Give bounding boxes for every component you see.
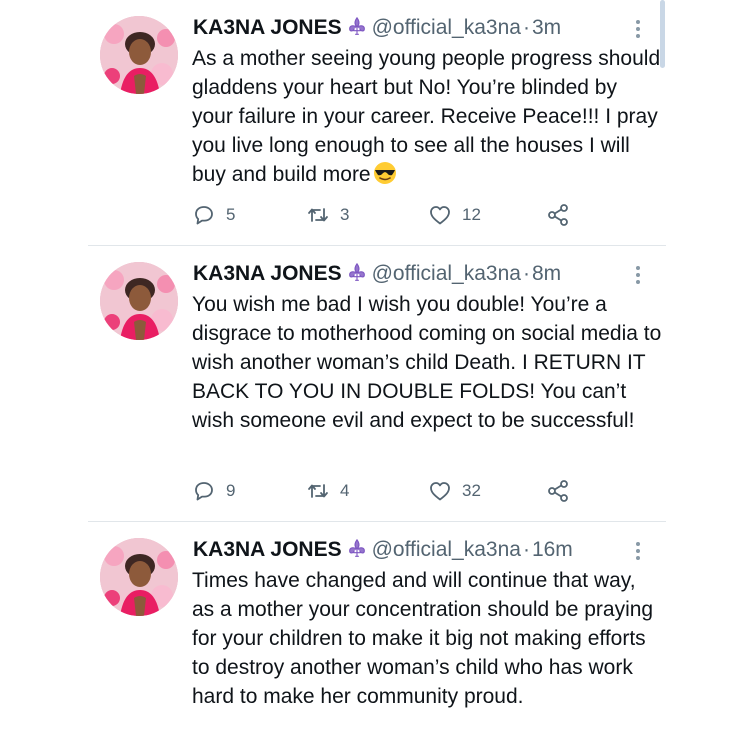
fleur-de-lis-icon [346,538,368,568]
smiling-face-with-sunglasses-icon [373,161,397,193]
retweet-button[interactable]: 3 [306,200,349,230]
like-count: 12 [462,205,481,224]
avatar-image [100,538,178,616]
fleur-de-lis-icon [346,16,368,46]
heart-icon [430,482,450,501]
reply-count: 9 [226,481,236,500]
user-handle[interactable]: @official_ka3na [372,538,521,561]
like-button[interactable]: 12 [428,200,481,230]
share-icon [548,204,568,226]
reply-button[interactable]: 9 [192,476,235,506]
retweet-icon [308,208,328,222]
separator-dot: · [522,16,530,39]
retweet-button[interactable]: 4 [306,476,349,506]
tweet-text-content: As a mother seeing young people progress… [192,47,661,186]
separator-dot: · [522,262,530,285]
heart-icon [430,206,450,225]
tweet-header: KA3NA JONES @official_ka3na·3m [193,14,561,42]
more-vertical-icon[interactable] [632,20,644,40]
tweet-text-content: You wish me bad I wish you double! You’r… [192,293,662,432]
share-icon [548,480,568,502]
tweet-text-content: Times have changed and will continue tha… [192,569,654,708]
tweet-actions: 9 4 32 [192,476,592,506]
more-vertical-icon[interactable] [632,266,644,286]
tweet[interactable]: KA3NA JONES @official_ka3na·3m As a mothe… [0,0,750,246]
timestamp[interactable]: 3m [532,16,561,39]
share-button[interactable] [546,200,570,230]
tweet-text: As a mother seeing young people progress… [192,44,662,193]
tweet[interactable]: KA3NA JONES @official_ka3na·16m Times hav… [0,522,750,745]
retweet-count: 4 [340,481,350,500]
avatar-image [100,262,178,340]
retweet-icon [308,484,328,498]
avatar[interactable] [100,16,178,94]
reply-button[interactable]: 5 [192,200,235,230]
tweet-header: KA3NA JONES @official_ka3na·8m [193,260,561,288]
timestamp[interactable]: 8m [532,262,561,285]
user-handle[interactable]: @official_ka3na [372,16,521,39]
avatar[interactable] [100,262,178,340]
separator-dot: · [522,538,530,561]
display-name[interactable]: KA3NA JONES [193,16,342,39]
tweet-text: Times have changed and will continue tha… [192,566,662,711]
reply-count: 5 [226,205,236,224]
tweet-actions: 5 3 12 [192,200,592,230]
user-handle[interactable]: @official_ka3na [372,262,521,285]
reply-icon [195,206,213,225]
like-button[interactable]: 32 [428,476,481,506]
avatar[interactable] [100,538,178,616]
tweet-feed: KA3NA JONES @official_ka3na·3m As a mothe… [0,0,750,745]
tweet[interactable]: KA3NA JONES @official_ka3na·8m You wish m… [0,246,750,522]
fleur-de-lis-icon [346,262,368,292]
avatar-image [100,16,178,94]
tweet-text: You wish me bad I wish you double! You’r… [192,290,662,435]
retweet-count: 3 [340,205,350,224]
display-name[interactable]: KA3NA JONES [193,538,342,561]
display-name[interactable]: KA3NA JONES [193,262,342,285]
share-button[interactable] [546,476,570,506]
timestamp[interactable]: 16m [532,538,573,561]
more-vertical-icon[interactable] [632,542,644,562]
tweet-header: KA3NA JONES @official_ka3na·16m [193,536,573,564]
like-count: 32 [462,481,481,500]
reply-icon [195,482,213,501]
